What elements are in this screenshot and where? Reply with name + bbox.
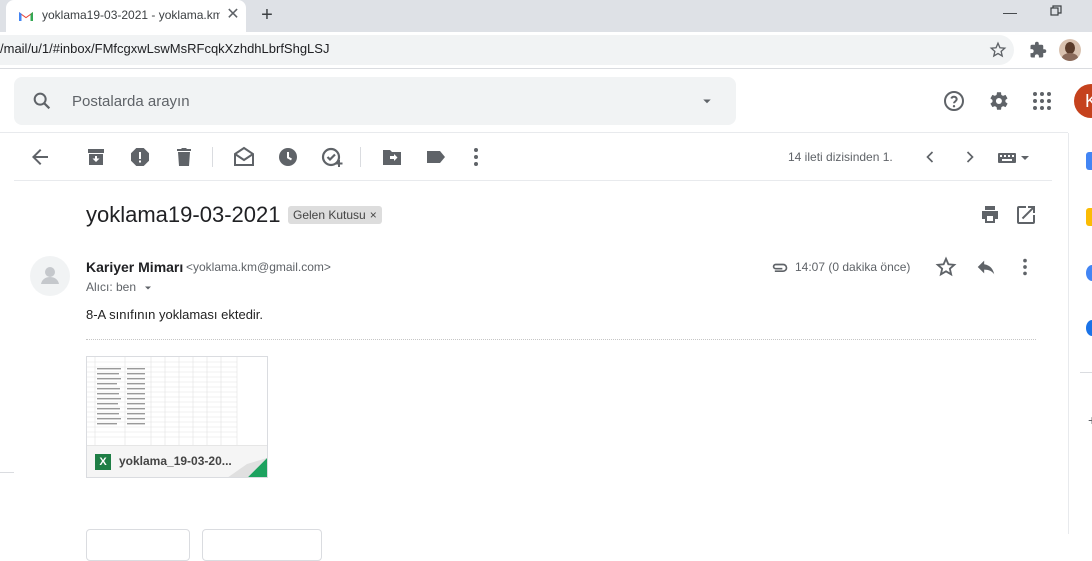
keyboard-input-icon[interactable]	[996, 150, 1032, 166]
thread-counter: 14 ileti dizisinden 1.	[788, 150, 893, 164]
page-curl-corner-icon	[228, 458, 267, 477]
toolbar-separator	[212, 147, 213, 167]
sender-email: <yoklama.km@gmail.com>	[186, 260, 331, 274]
left-edge-divider	[0, 472, 14, 473]
remove-label-icon[interactable]: ×	[370, 206, 377, 224]
add-to-tasks-icon[interactable]	[320, 145, 344, 169]
attachment-filename: yoklama_19-03-20...	[119, 454, 232, 468]
attachment-footer: X yoklama_19-03-20...	[87, 445, 267, 477]
inbox-label-chip: Gelen Kutusu ×	[288, 206, 382, 224]
email-body: 8-A sınıfının yoklaması ektedir.	[86, 307, 264, 322]
search-options-caret-icon[interactable]	[698, 92, 716, 110]
side-panel-separator	[1080, 372, 1092, 373]
help-icon[interactable]	[942, 89, 966, 113]
sender-name[interactable]: Kariyer Mimarı	[86, 259, 183, 275]
toolbar-bottom-divider	[14, 180, 1052, 181]
settings-gear-icon[interactable]	[986, 89, 1010, 113]
inbox-label-text: Gelen Kutusu	[293, 208, 366, 222]
minimize-icon[interactable]: —	[998, 4, 1022, 22]
keep-app-icon[interactable]	[1086, 208, 1092, 226]
recipient-details[interactable]: Alıcı: ben	[86, 280, 136, 294]
search-input[interactable]: Postalarda arayın	[72, 93, 190, 110]
message-more-icon[interactable]	[1014, 256, 1036, 278]
archive-icon[interactable]	[84, 145, 108, 169]
spreadsheet-thumbnail	[87, 357, 267, 445]
reply-icon[interactable]	[975, 256, 997, 278]
move-to-folder-icon[interactable]	[380, 145, 404, 169]
profile-avatar[interactable]	[1059, 39, 1081, 61]
report-spam-icon[interactable]	[128, 145, 152, 169]
close-tab-icon[interactable]: ✕	[224, 6, 242, 24]
search-icon[interactable]	[31, 90, 53, 112]
older-chevron-right-icon[interactable]	[960, 147, 980, 167]
attachment-card[interactable]: X yoklama_19-03-20...	[86, 356, 268, 478]
apps-grid-icon[interactable]	[1030, 89, 1054, 113]
calendar-app-icon[interactable]	[1086, 152, 1092, 170]
label-tag-icon[interactable]	[424, 145, 448, 169]
message-time: 14:07 (0 dakika önce)	[795, 260, 911, 274]
email-subject: yoklama19-03-2021	[86, 202, 281, 227]
contacts-app-icon[interactable]	[1086, 320, 1092, 336]
attachment-divider	[86, 339, 1036, 340]
new-tab-icon[interactable]: +	[256, 4, 278, 26]
address-url[interactable]: /mail/u/1/#inbox/FMfcgxwLswMsRFcqkXzhdhL…	[0, 41, 329, 56]
extensions-puzzle-icon[interactable]	[1029, 41, 1047, 59]
print-icon[interactable]	[978, 203, 1002, 227]
attachment-clip-icon	[772, 263, 788, 272]
snooze-clock-icon[interactable]	[276, 145, 300, 169]
star-icon[interactable]	[935, 256, 957, 278]
more-options-icon[interactable]	[464, 145, 488, 169]
tab-title: yoklama19-03-2021 - yoklama.km@gmail.com	[42, 8, 220, 22]
sender-avatar	[30, 256, 70, 296]
toolbar-divider	[0, 68, 1092, 69]
toolbar-separator	[360, 147, 361, 167]
header-divider	[0, 132, 1068, 133]
account-avatar[interactable]: K	[1074, 84, 1092, 118]
mark-unread-icon[interactable]	[232, 145, 256, 169]
restore-icon[interactable]	[1044, 4, 1068, 22]
bookmark-star-icon[interactable]	[989, 41, 1007, 59]
browser-tab[interactable]: yoklama19-03-2021 - yoklama.km@gmail.com…	[6, 0, 246, 32]
recipient-dropdown-icon[interactable]	[141, 282, 155, 294]
newer-chevron-left-icon[interactable]	[920, 147, 940, 167]
delete-trash-icon[interactable]	[172, 145, 196, 169]
open-new-window-icon[interactable]	[1014, 203, 1038, 227]
excel-file-icon: X	[95, 454, 111, 470]
tasks-app-icon[interactable]	[1086, 265, 1092, 281]
back-arrow-icon[interactable]	[28, 145, 52, 169]
person-icon	[41, 267, 59, 284]
gmail-favicon-icon	[19, 12, 33, 21]
add-addon-icon[interactable]: +	[1088, 412, 1092, 428]
side-panel-divider	[1068, 133, 1069, 534]
